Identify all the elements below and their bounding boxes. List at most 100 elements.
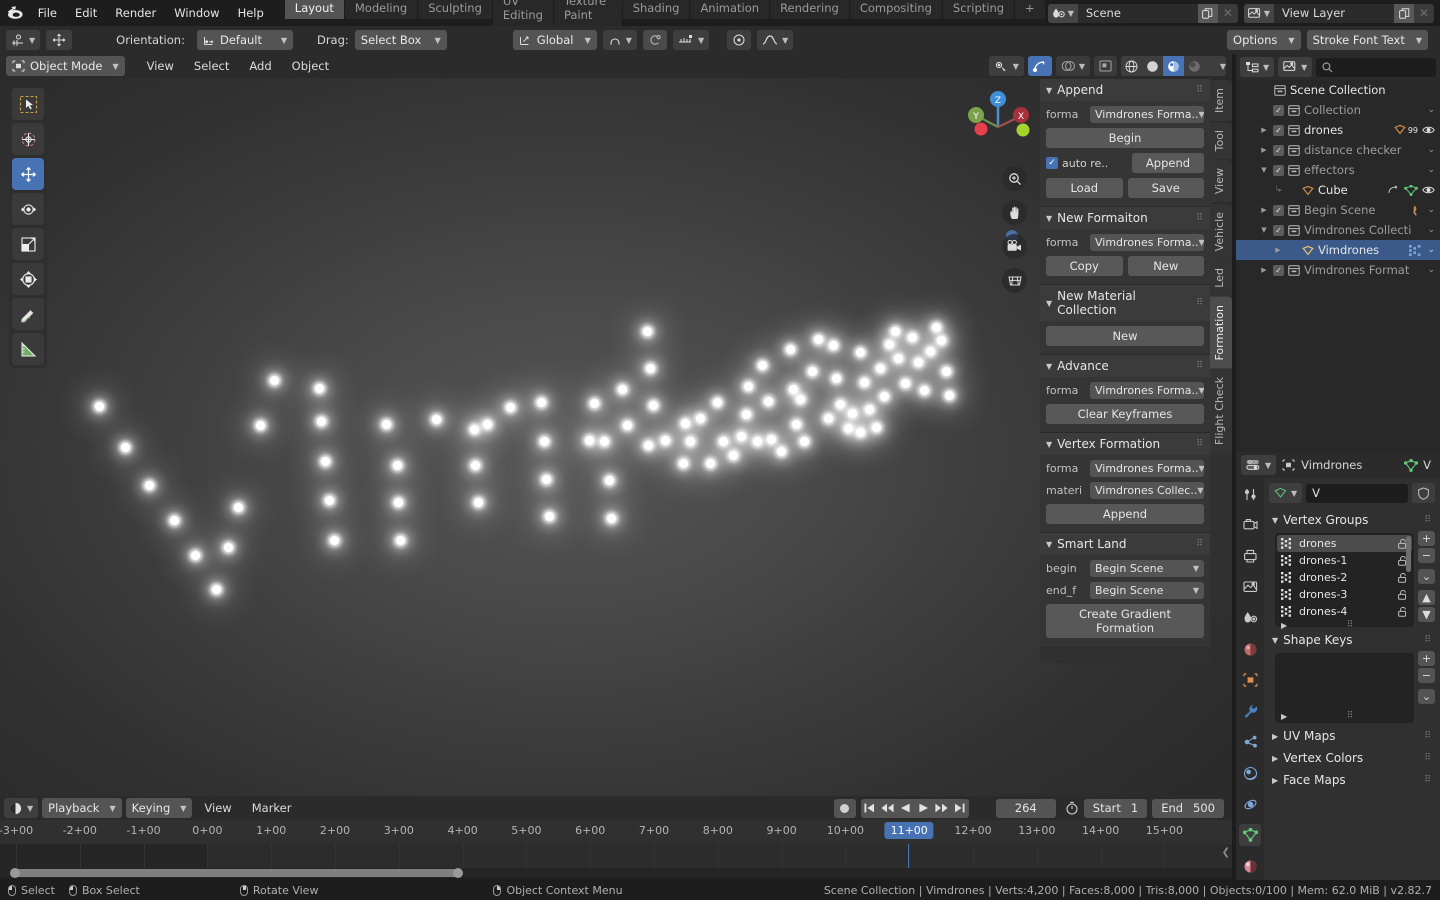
scene-icon[interactable]: ▼ [1047,3,1078,23]
menu-window[interactable]: Window [165,3,228,23]
jump-to-start-button[interactable] [860,798,879,818]
tab-layout[interactable]: Layout [284,0,344,19]
restriction-chevron-icon[interactable]: ⌄ [1427,205,1435,215]
view-layer-name[interactable]: View Layer [1274,6,1394,20]
button-load[interactable]: Load [1046,178,1123,198]
outliner-row-vimdrones[interactable]: ▶ Vimdrones ⌄ [1236,240,1440,260]
drag-grip-icon[interactable]: ⠿ [1424,635,1432,645]
xray-toggle-icon[interactable] [1094,56,1117,76]
drag-dropdown[interactable]: Select Box ▼ [354,30,447,50]
object-properties-icon[interactable] [1239,669,1261,691]
orthographic-grid-icon[interactable] [1002,268,1027,293]
outliner-row-scene-collection[interactable]: Scene Collection [1236,80,1440,100]
menu-help[interactable]: Help [229,3,273,23]
pan-hand-icon[interactable] [1002,200,1027,225]
outliner-row-drones[interactable]: ▶ ✓ drones 99 [1236,120,1440,140]
button-new[interactable]: New [1046,326,1204,346]
list-resize-grip-icon[interactable]: ⠿ [1347,711,1355,721]
end-frame-field[interactable]: End 500 [1152,798,1224,818]
button-append[interactable]: Append [1132,153,1204,173]
sidebar-tab-vehicle[interactable]: Vehicle [1210,203,1232,259]
section-face-maps[interactable]: ▶ Face Maps ⠿ [1269,769,1435,791]
constraint-properties-icon[interactable] [1239,793,1261,815]
tab-uv-editing[interactable]: UV Editing [492,0,553,26]
expand-arrow-icon[interactable]: ▶ [1259,206,1269,214]
add-vertex-group-button[interactable]: + [1418,531,1435,546]
tab-compositing[interactable]: Compositing [849,0,942,19]
panel-header-smart-land[interactable]: ▼ Smart Land ⠿ [1040,532,1210,555]
panel-header-advance[interactable]: ▼ Advance ⠿ [1040,354,1210,377]
scene-properties-icon[interactable] [1239,607,1261,629]
remove-view-layer-icon[interactable]: ✕ [1414,3,1434,23]
overlays-toggle-icon[interactable]: ▼ [1055,56,1090,76]
modifier-properties-icon[interactable] [1239,700,1261,722]
expand-arrow-icon[interactable]: ▶ [1259,266,1269,274]
remove-vertex-group-button[interactable]: − [1418,548,1435,563]
previous-keyframe-button[interactable] [878,798,897,818]
shading-options-chevron-icon[interactable]: ▼ [1205,56,1226,76]
drag-grip-icon[interactable]: ⠿ [1196,85,1204,95]
timeline-scrollbar-track[interactable] [0,868,1232,878]
timeline-menu-marker[interactable]: Marker [244,799,300,817]
restriction-chevron-icon[interactable]: ⌄ [1427,105,1435,115]
timeline-scrollbar[interactable] [10,868,463,878]
gizmo-toggle-icon[interactable] [1027,56,1052,76]
orientation-dropdown[interactable]: Default ▼ [196,30,293,50]
exclude-checkbox[interactable]: ✓ [1273,124,1284,136]
vertex-group-specials-button[interactable]: ⌄ [1418,569,1435,584]
properties-breadcrumb-data[interactable]: V [1423,458,1435,472]
object-mode-dropdown[interactable]: Object Mode ▼ [6,56,125,76]
property-dropdown[interactable]: Vimdrones Forma.. ▼ [1090,234,1204,251]
expand-list-icon[interactable]: ▶ [1281,621,1287,630]
property-dropdown[interactable]: Vimdrones Forma.. ▼ [1090,460,1204,477]
fake-user-shield-icon[interactable] [1412,483,1435,503]
expand-arrow-icon[interactable]: ▶ [1273,246,1283,254]
vertex-groups-scrollbar[interactable] [1406,536,1411,572]
vertex-group-row[interactable]: drones-3 [1277,586,1412,603]
rotate-tool-icon[interactable] [12,193,44,225]
shape-keys-list[interactable]: ▶ ⠿ [1275,653,1414,723]
view-layer-selector[interactable]: ▼ View Layer ✕ [1243,3,1434,23]
move-vertex-group-up-button[interactable]: ▲ [1418,590,1435,605]
tab-sculpting[interactable]: Sculpting [418,0,492,19]
auto-keying-record-icon[interactable] [833,798,856,818]
viewport-menu-select[interactable]: Select [186,57,237,75]
exclude-checkbox[interactable]: ✓ [1273,104,1284,116]
annotate-tool-icon[interactable] [12,298,44,330]
property-dropdown[interactable]: Vimdrones Collec.. ▼ [1090,482,1204,499]
scrollbar-handle[interactable] [453,868,463,878]
drag-grip-icon[interactable]: ⠿ [1424,731,1432,741]
expand-list-icon[interactable]: ▶ [1281,712,1287,721]
drag-grip-icon[interactable]: ⠿ [1424,515,1432,525]
move-vertex-group-down-button[interactable]: ▼ [1418,607,1435,622]
mesh-browse-icon[interactable]: ▼ [1269,483,1303,503]
expand-arrow-icon[interactable]: ▶ [1259,146,1269,154]
collapse-arrow-icon[interactable]: ▼ [1259,226,1269,234]
button-create-gradient-formation[interactable]: Create Gradient Formation [1046,604,1204,638]
button-clear-keyframes[interactable]: Clear Keyframes [1046,404,1204,424]
outliner-row-cube[interactable]: └▸ Cube [1236,180,1440,200]
outliner-row-vimdrones-format[interactable]: ▶ ✓ Vimdrones Format ⌄ [1236,260,1440,280]
timeline-ruler[interactable]: -3+00 -2+00 -1+00 0+00 1+00 2+00 3+00 4+00 5+00 6… [0,820,1232,844]
transform-tool-icon[interactable] [12,263,44,295]
keying-dropdown[interactable]: Keying ▼ [125,798,193,818]
property-dropdown[interactable]: Vimdrones Forma.. ▼ [1090,106,1204,123]
tab-texture-paint[interactable]: Texture Paint [553,0,622,26]
vertex-group-row[interactable]: drones [1277,535,1412,552]
visibility-icon[interactable]: ▼ [988,56,1024,76]
sidebar-tab-view[interactable]: View [1210,160,1232,203]
cursor-tool-icon[interactable] [12,123,44,155]
button-copy[interactable]: Copy [1046,256,1123,276]
proportional-falloff-toggle[interactable] [727,30,752,50]
stroke-font-text-dropdown[interactable]: Stroke Font Text ▼ [1306,30,1428,50]
start-frame-field[interactable]: Start 1 [1083,798,1148,818]
outliner-display-mode-icon[interactable]: ▼ [1240,57,1275,77]
mesh-name-input[interactable]: V [1306,483,1408,503]
output-properties-icon[interactable] [1239,545,1261,567]
playhead-frame-label[interactable]: 11+00 [884,822,934,839]
blender-logo-icon[interactable] [6,4,27,22]
panel-header-vertex-formation[interactable]: ▼ Vertex Formation ⠿ [1040,432,1210,455]
scrollbar-handle-left[interactable] [10,868,20,878]
shading-wireframe-icon[interactable] [1121,56,1142,76]
tab-modeling[interactable]: Modeling [344,0,418,19]
